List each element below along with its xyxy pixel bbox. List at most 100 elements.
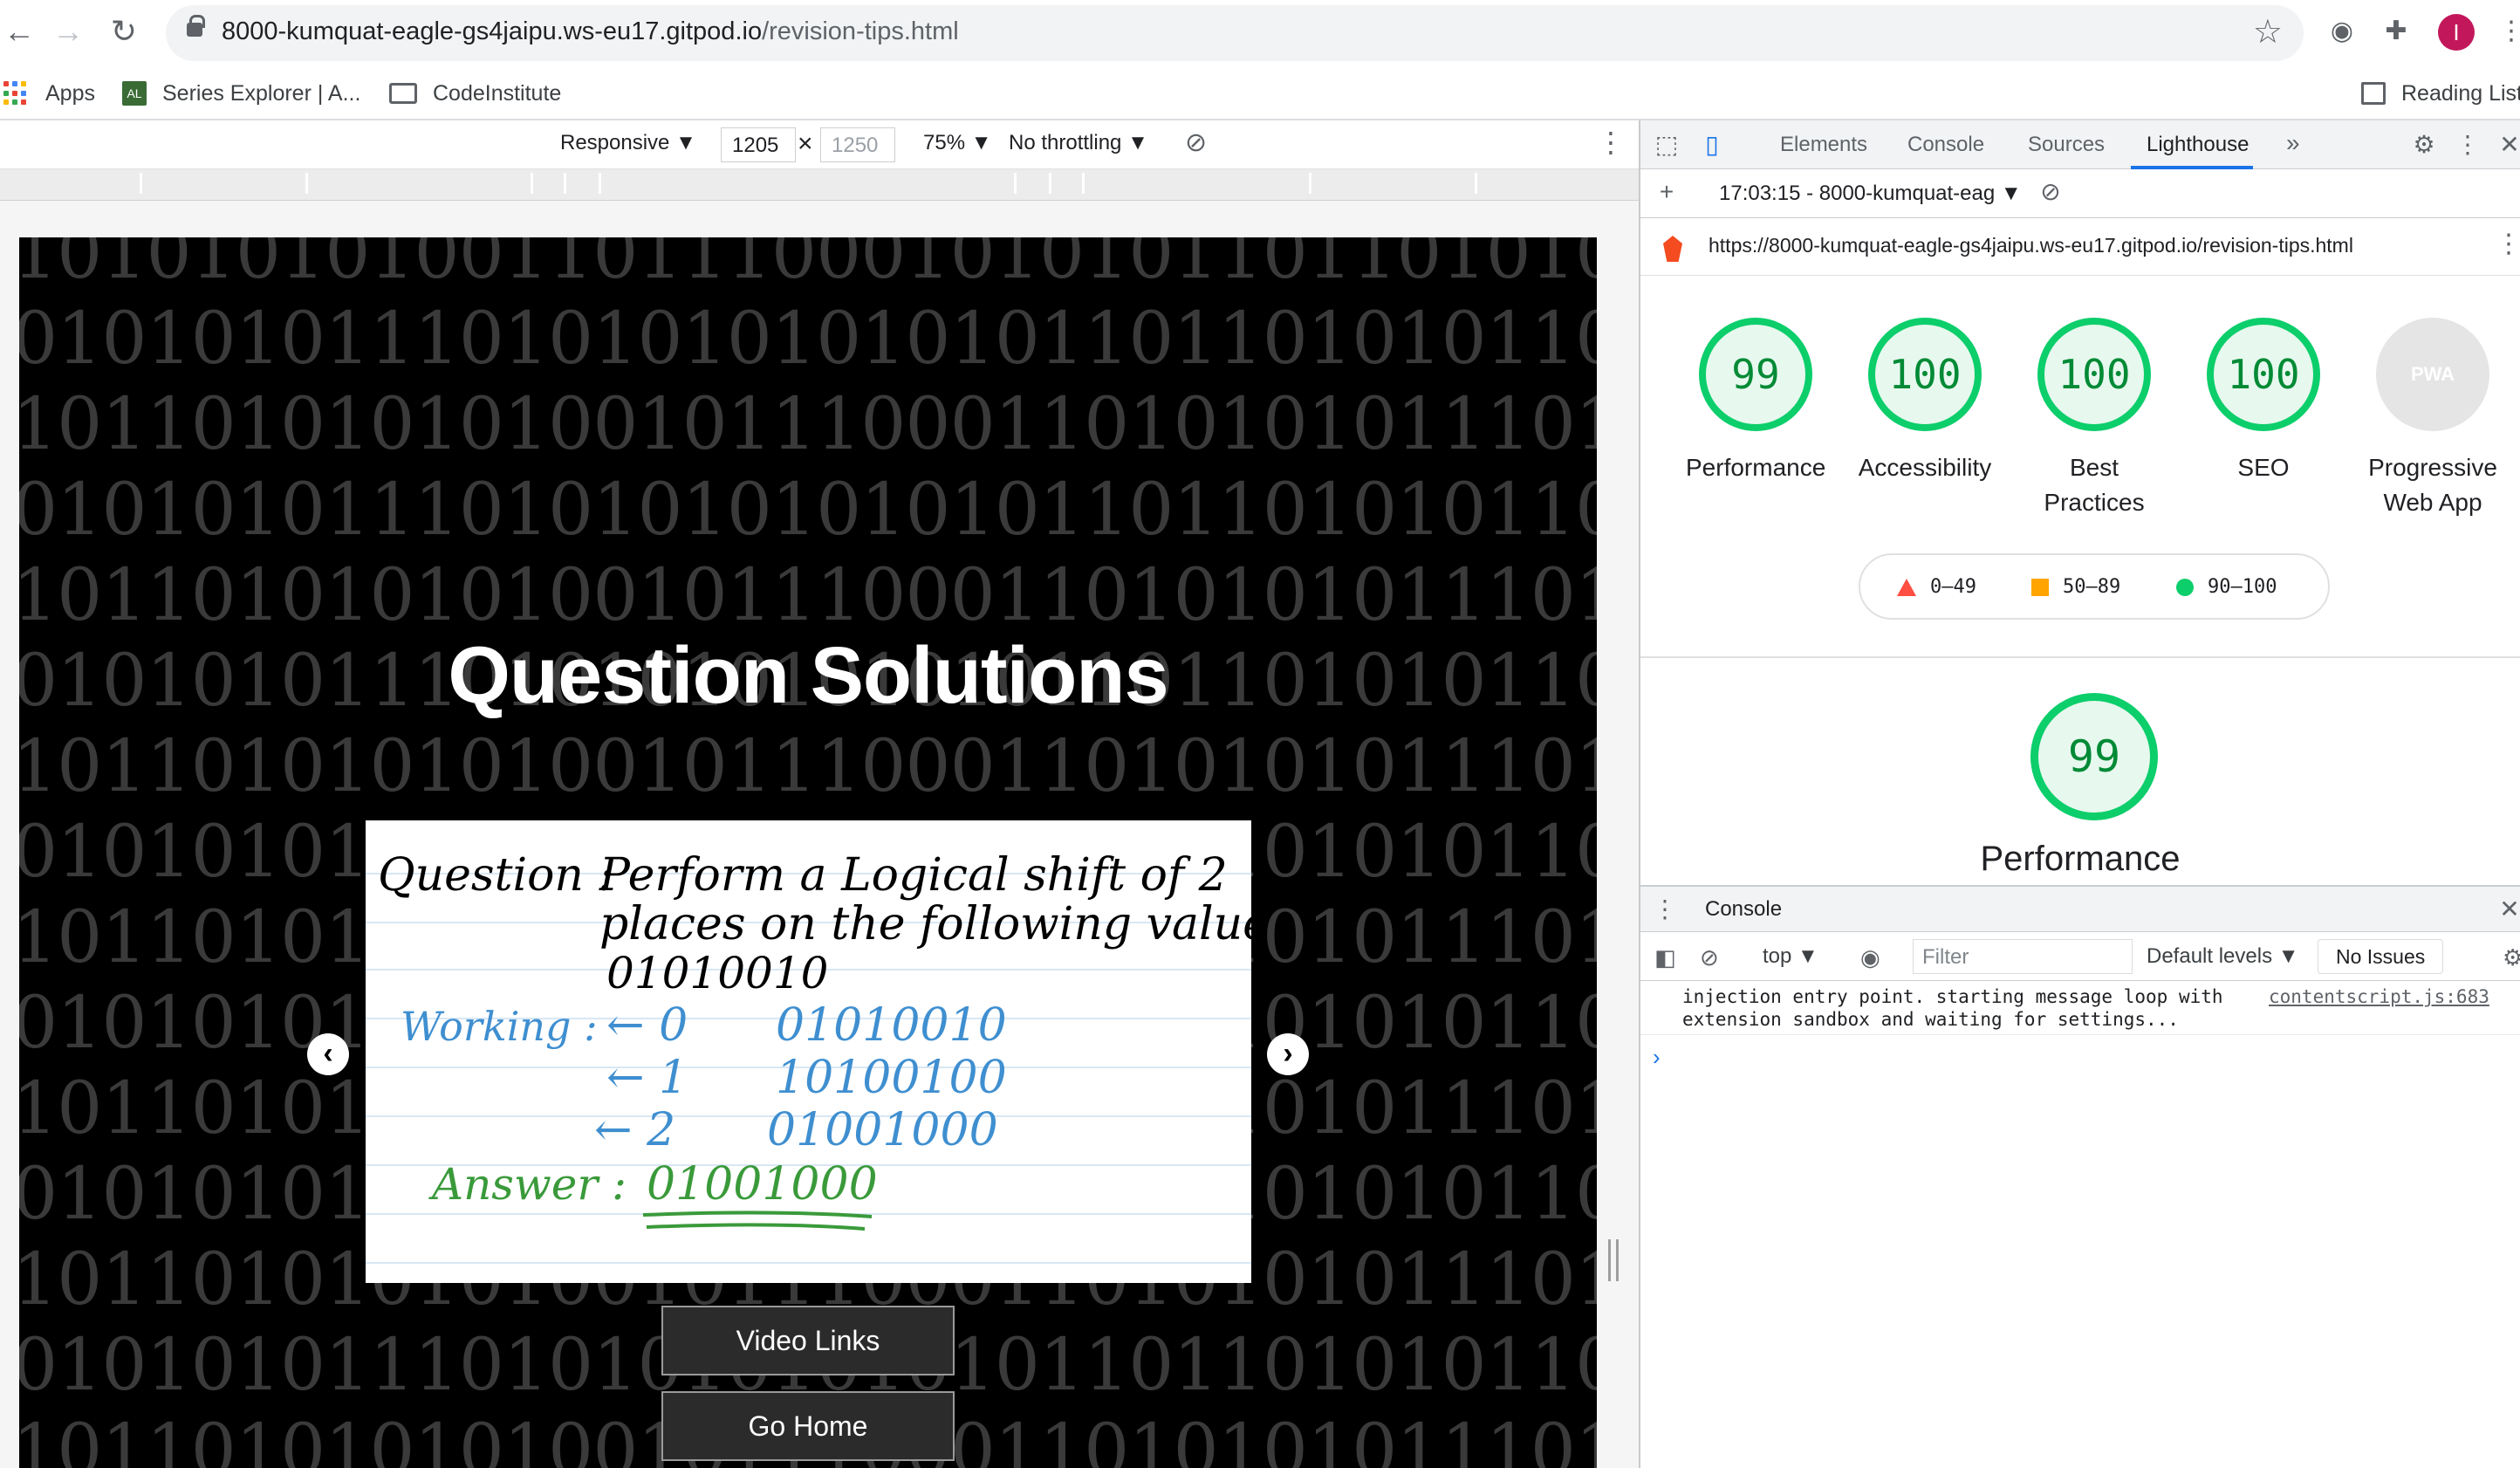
performance-detail-label: Performance: [1980, 840, 2181, 878]
performance-detail-gauge: 99: [2030, 693, 2158, 820]
legend-fail-range: 0–49: [1930, 576, 1976, 598]
handwritten-solution: Question : Perform a Logical shift of 2 …: [378, 849, 1251, 1231]
more-tabs-icon[interactable]: »: [2286, 129, 2300, 157]
media-query-ruler[interactable]: [0, 169, 1639, 201]
new-report-icon[interactable]: +: [1653, 178, 1681, 206]
device-more-icon[interactable]: ⋮: [1597, 126, 1625, 159]
step-2-value: 10100100: [776, 1052, 1007, 1104]
browser-toolbar: ← → ↻ 8000-kumquat-eagle-gs4jaipu.ws-eu1…: [0, 0, 2520, 66]
context-select[interactable]: top ▼: [1763, 944, 1818, 969]
lighthouse-url-bar: https://8000-kumquat-eagle-gs4jaipu.ws-e…: [1640, 218, 2520, 276]
viewport-height-input[interactable]: 1250: [820, 127, 895, 162]
settings-gear-icon[interactable]: ⚙: [2410, 131, 2438, 159]
score-pwa[interactable]: PWA Progressive Web App: [2363, 318, 2503, 520]
bookmarks-bar: Apps AL Series Explorer | A... CodeInsti…: [0, 66, 2520, 120]
console-prompt[interactable]: ›: [1653, 1044, 1661, 1071]
profile-avatar[interactable]: I: [2438, 14, 2475, 51]
rotate-icon[interactable]: ⊘: [1185, 127, 1207, 158]
score-seo[interactable]: 100 SEO: [2194, 318, 2333, 485]
carousel-prev-button[interactable]: ‹: [307, 1033, 349, 1075]
report-menu-icon[interactable]: ⋮: [2496, 229, 2520, 259]
devtools-panel: ⬚ ▯ Elements Console Sources Lighthouse …: [1640, 120, 2520, 1468]
carousel-next-button[interactable]: ›: [1267, 1033, 1309, 1075]
console-settings-icon[interactable]: ⚙: [2503, 944, 2520, 971]
bookmark-apps[interactable]: Apps: [3, 75, 95, 112]
sidebar-toggle-icon[interactable]: ◧: [1654, 944, 1676, 971]
binary-line: 1011010101010010111000110101010111010110: [19, 725, 1597, 808]
url-host: 8000-kumquat-eagle-gs4jaipu.ws-eu17.gitp…: [222, 17, 763, 45]
series-explorer-favicon: AL: [122, 81, 147, 106]
viewport-resize-handle[interactable]: [1608, 1239, 1619, 1281]
triangle-icon: [1897, 578, 1916, 596]
tab-sources[interactable]: Sources: [2028, 133, 2105, 157]
legend-pass-range: 90–100: [2208, 576, 2277, 598]
devtools-menu-icon[interactable]: ⋮: [2454, 131, 2482, 159]
inspect-element-icon[interactable]: ⬚: [1653, 131, 1681, 159]
binary-line: 0101010111010101010101011011010101101010…: [19, 298, 1597, 381]
bookmark-codeinstitute-label: CodeInstitute: [433, 80, 562, 106]
tab-console[interactable]: Console: [1907, 133, 1984, 157]
step-2-shift: ← 1: [606, 1052, 688, 1104]
binary-line: 1011010101010010111000110101010111010110: [19, 554, 1597, 637]
report-url[interactable]: https://8000-kumquat-eagle-gs4jaipu.ws-e…: [1709, 234, 2353, 257]
live-expression-eye-icon[interactable]: ◉: [1860, 944, 1880, 971]
console-message-source[interactable]: contentscript.js:683: [2269, 986, 2489, 1007]
zoom-select[interactable]: 75% ▼: [923, 131, 991, 155]
log-levels-select[interactable]: Default levels ▼: [2147, 944, 2299, 969]
bookmark-reading-list[interactable]: Reading List: [2361, 75, 2520, 112]
tab-elements[interactable]: Elements: [1780, 133, 1867, 157]
question-label: Question :: [378, 849, 613, 902]
apps-grid-icon: [3, 81, 28, 106]
forward-icon[interactable]: →: [49, 12, 87, 51]
accessibility-label: Accessibility: [1858, 454, 1992, 481]
device-toggle-icon[interactable]: ▯: [1698, 131, 1726, 159]
bookmark-codeinstitute[interactable]: CodeInstitute: [389, 75, 561, 112]
clear-console-icon[interactable]: ⊘: [1700, 944, 1719, 971]
binary-line: 1010101010011011100010101011011010101101…: [19, 237, 1597, 295]
console-toolbar: ◧ ⊘ top ▼ ◉ Filter Default levels ▼ No I…: [1640, 932, 2520, 981]
report-select[interactable]: 17:03:15 - 8000-kumquat-eag ▼: [1719, 182, 2022, 206]
tab-lighthouse[interactable]: Lighthouse: [2147, 133, 2249, 157]
legend-fail: 0–49: [1897, 576, 1976, 598]
close-devtools-icon[interactable]: ✕: [2496, 131, 2520, 159]
answer-value: 01001000: [647, 1158, 878, 1211]
back-icon[interactable]: ←: [0, 12, 38, 51]
viewport-width-input[interactable]: 1205: [721, 127, 796, 162]
question-line-2: places on the following value :: [599, 898, 1251, 950]
console-filter-input[interactable]: Filter: [1913, 939, 2133, 974]
score-legend: 0–49 50–89 90–100: [1859, 553, 2330, 620]
address-bar[interactable]: 8000-kumquat-eagle-gs4jaipu.ws-eu17.gitp…: [166, 5, 2304, 61]
menu-kebab-icon[interactable]: ⋮: [2494, 14, 2520, 49]
lighthouse-toolbar: + 17:03:15 - 8000-kumquat-eag ▼ ⊘: [1640, 169, 2520, 218]
pwa-badge-icon: PWA: [2376, 318, 2489, 431]
url-text[interactable]: 8000-kumquat-eagle-gs4jaipu.ws-eu17.gitp…: [222, 17, 959, 46]
step-1-value: 01010010: [776, 999, 1007, 1052]
drawer-menu-icon[interactable]: ⋮: [1651, 895, 1679, 923]
score-accessibility[interactable]: 100 Accessibility: [1855, 318, 1995, 485]
close-drawer-icon[interactable]: ✕: [2496, 895, 2520, 923]
clear-reports-icon[interactable]: ⊘: [2037, 178, 2065, 206]
console-message-line-2: extension sandbox and waiting for settin…: [1682, 1009, 2179, 1030]
square-icon: [2031, 578, 2049, 596]
issues-button[interactable]: No Issues: [2318, 939, 2444, 974]
pwa-label: Progressive Web App: [2368, 454, 2497, 516]
page-title: Question Solutions: [448, 631, 1168, 720]
device-mode-select[interactable]: Responsive ▼: [560, 131, 696, 155]
bookmark-series-explorer[interactable]: AL Series Explorer | A...: [122, 75, 360, 112]
emulated-viewport: 1010101010011011100010101011011010101101…: [0, 201, 1639, 1468]
go-home-button[interactable]: Go Home: [661, 1391, 955, 1461]
device-toolbar: Responsive ▼ 1205 × 1250 75% ▼ No thrott…: [0, 120, 1639, 169]
score-best-practices[interactable]: 100 Best Practices: [2024, 318, 2164, 520]
score-performance[interactable]: 99 Performance: [1686, 318, 1825, 485]
video-links-button[interactable]: Video Links: [661, 1306, 955, 1375]
puzzle-icon[interactable]: ✚: [2379, 14, 2414, 49]
question-line-1: Perform a Logical shift of 2: [599, 849, 1228, 902]
question-value: 01010010: [606, 948, 829, 998]
extension-icon[interactable]: ◉: [2325, 14, 2359, 49]
step-3-value: 01001000: [767, 1104, 998, 1156]
console-drawer: ⋮ Console ✕ ◧ ⊘ top ▼ ◉ Filter Default l…: [1640, 885, 2520, 1468]
bookmark-star-icon[interactable]: ☆: [2253, 12, 2283, 51]
throttling-select[interactable]: No throttling ▼: [1009, 131, 1148, 155]
reload-icon[interactable]: ↻: [105, 12, 143, 51]
drawer-tab-console[interactable]: Console: [1705, 897, 1782, 922]
